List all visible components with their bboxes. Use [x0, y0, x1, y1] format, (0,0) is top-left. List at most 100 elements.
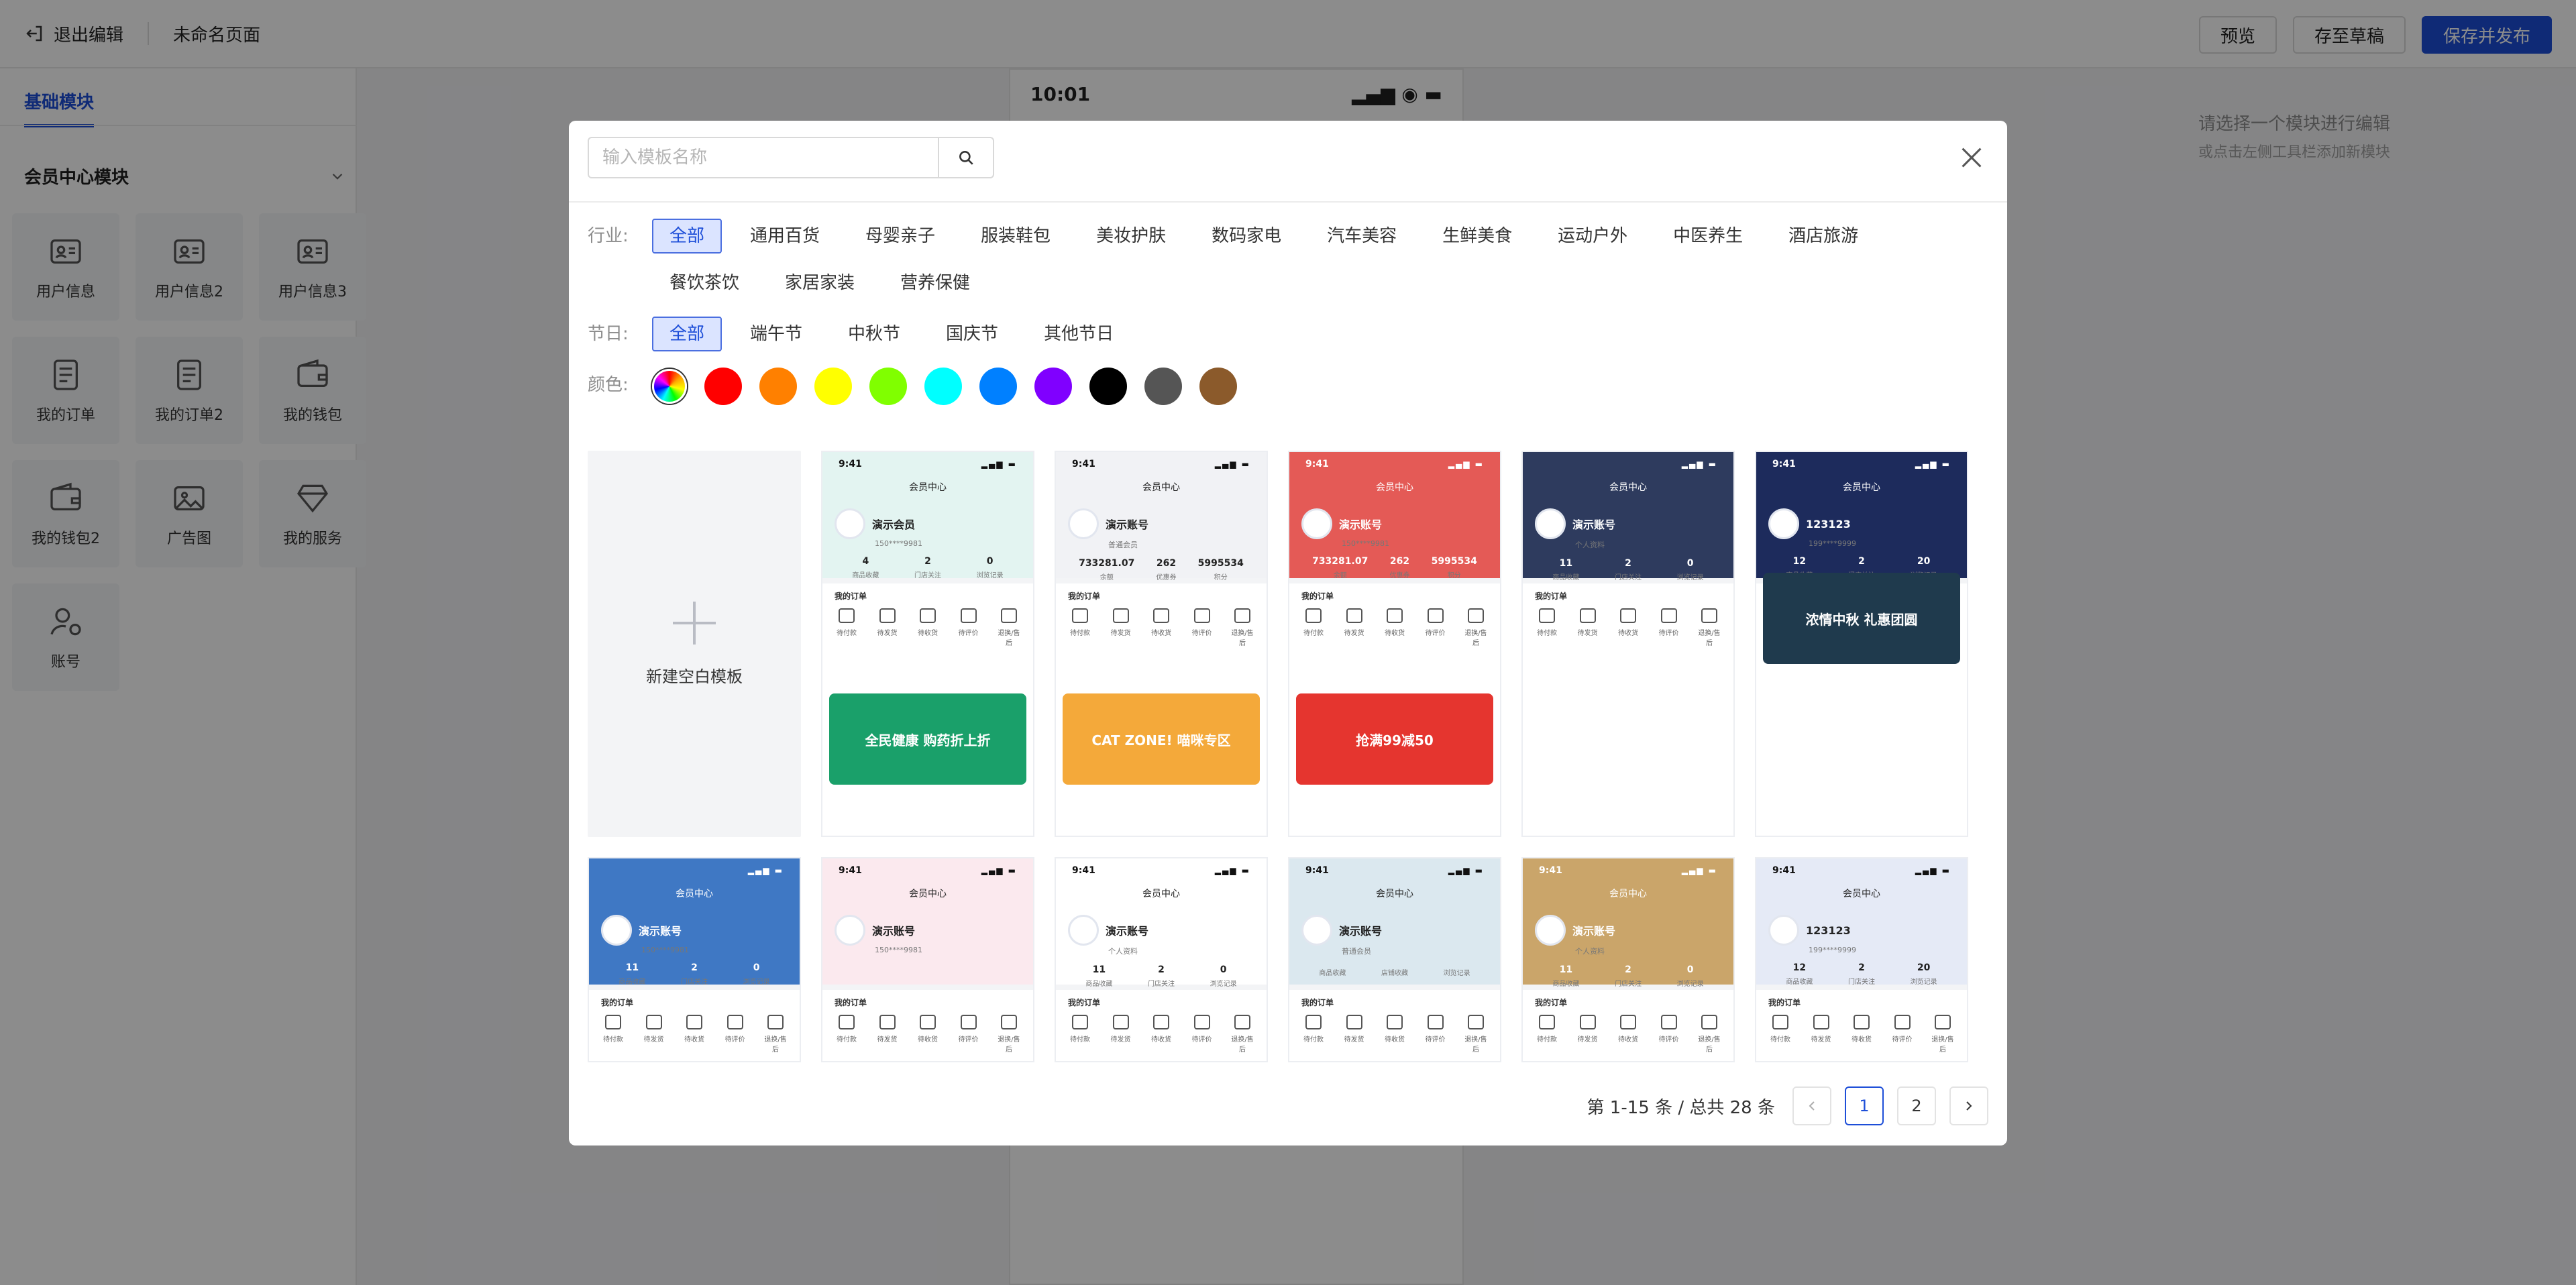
chevron-left-icon — [1809, 1101, 1815, 1111]
thumb-time: 9:41 — [1305, 459, 1329, 469]
color-swatch[interactable] — [759, 368, 797, 405]
color-swatch[interactable] — [979, 368, 1017, 405]
thumb-stat-label: 浏览记录 — [1676, 574, 1704, 581]
industry-option[interactable]: 餐饮茶饮 — [652, 266, 757, 300]
template-card[interactable]: ▂▄▆ ▬ 会员中心 演示账号 个人资料 11 商品收藏 2 门店关注 0 浏览记录 我的订单 待付款… — [1521, 451, 1735, 837]
color-swatch[interactable] — [1144, 368, 1182, 405]
thumb-user-sub: 150****9981 — [875, 946, 922, 954]
thumb-stat-value: 2 — [1158, 964, 1165, 975]
thumb-stat: 11 商品收藏 — [1085, 964, 1112, 988]
thumb-stat-label: 商品收藏 — [852, 572, 879, 579]
template-card[interactable]: 9:41 ▂▄▆ ▬ 会员中心 演示账号 普通会员 733281.07 余额 262 优惠券 59… — [1055, 451, 1268, 837]
thumb-stat-value: 20 — [1917, 962, 1931, 973]
template-card[interactable]: 9:41▂▄▆ ▬会员中心123123199****999912商品收藏2门店关… — [1755, 451, 1968, 837]
thumb-order-item: 待付款 — [601, 1015, 625, 1054]
thumb-banner: 抢满99减50 — [1296, 693, 1493, 785]
industry-option[interactable]: 营养保健 — [883, 266, 987, 300]
color-swatch[interactable] — [704, 368, 742, 405]
festival-option[interactable]: 国庆节 — [928, 317, 1016, 351]
thumb-profile: 123123199****999912商品收藏2门店关注20浏览记录 — [1756, 499, 1967, 579]
thumb-title: 会员中心 — [1756, 883, 1967, 905]
prev-page-button[interactable] — [1792, 1086, 1831, 1125]
industry-option[interactable]: 美妆护肤 — [1079, 219, 1183, 254]
color-swatch[interactable] — [1089, 368, 1127, 405]
plus-icon — [673, 601, 716, 645]
thumb-status-bar: 9:41 ▂▄▆ ▬ — [822, 858, 1033, 883]
thumb-stat: 2 门店关注 — [1148, 964, 1175, 988]
signal-battery-icon: ▂▄▆ ▬ — [981, 866, 1017, 875]
thumb-user-sub: 199****9999 — [1809, 946, 1856, 954]
thumb-title: 会员中心 — [1523, 476, 1733, 499]
thumb-status-bar: 9:41 ▂▄▆ ▬ — [1289, 452, 1500, 476]
industry-option[interactable]: 生鲜美食 — [1425, 219, 1529, 254]
color-swatch[interactable] — [1034, 368, 1072, 405]
thumb-order-item: 待付款 — [835, 608, 859, 647]
thumb-user-name: 演示账号 — [1106, 518, 1149, 531]
template-card[interactable]: 9:41 ▂▄▆ ▬ 会员中心 演示账号 普通会员 商品收藏 店铺收藏 浏览记录 我的订单 待付款… — [1288, 857, 1501, 1062]
thumb-stat-label: 店铺收藏 — [1381, 970, 1408, 977]
avatar — [1068, 508, 1099, 539]
thumb-order-item: 待评价 — [723, 1015, 747, 1054]
close-icon[interactable] — [1956, 142, 1987, 173]
thumb-order-item: 待评价 — [1190, 1015, 1214, 1054]
festival-option[interactable]: 端午节 — [733, 317, 820, 351]
page-2-button[interactable]: 2 — [1897, 1086, 1936, 1125]
template-card[interactable]: ▂▄▆ ▬ 会员中心 演示账号 150****9981 11 商品收藏 2 门店关注 0 浏览记录… — [588, 857, 801, 1062]
industry-option[interactable]: 母婴亲子 — [848, 219, 953, 254]
template-card[interactable]: 9:41 ▂▄▆ ▬ 会员中心 演示账号 150****9981 我的订单 待付款 待发货 待收… — [821, 857, 1034, 1062]
industry-option[interactable]: 数码家电 — [1194, 219, 1299, 254]
search-button[interactable] — [938, 138, 993, 177]
thumb-stat: 262 优惠券 — [1157, 558, 1177, 581]
thumb-order-item: 退换/售后 — [1931, 1015, 1955, 1054]
thumb-profile: 演示账号 150****9981 733281.07 余额 262 优惠券 5995534 积… — [1289, 499, 1500, 579]
color-all-swatch[interactable] — [652, 369, 687, 404]
thumb-order-item: 待评价 — [1657, 608, 1681, 647]
thumb-title: 会员中心 — [1756, 476, 1967, 499]
thumb-stat-value: 2 — [1625, 964, 1631, 975]
industry-option[interactable]: 服装鞋包 — [963, 219, 1068, 254]
search-icon — [959, 151, 973, 165]
thumb-status-bar: 9:41 ▂▄▆ ▬ — [1056, 452, 1267, 476]
page-1-button[interactable]: 1 — [1845, 1086, 1884, 1125]
template-grid: 新建空白模板 9:41 ▂▄▆ ▬ 会员中心 演示会员 150****9981 4 商品收藏… — [588, 451, 1976, 1062]
industry-option[interactable]: 中医养生 — [1656, 219, 1760, 254]
industry-option[interactable]: 酒店旅游 — [1771, 219, 1876, 254]
thumb-time: 9:41 — [1539, 865, 1562, 876]
industry-option[interactable]: 家居家装 — [767, 266, 872, 300]
thumb-stat-value: 733281.07 — [1079, 558, 1135, 569]
color-swatch[interactable] — [1199, 368, 1237, 405]
signal-battery-icon: ▂▄▆ ▬ — [747, 866, 784, 875]
festival-option[interactable]: 全部 — [652, 317, 722, 351]
thumb-order-item: 待付款 — [1535, 1015, 1559, 1054]
festival-option[interactable]: 中秋节 — [830, 317, 918, 351]
thumb-orders: 我的订单待付款待发货待收货待评价退换/售后 — [1289, 578, 1500, 654]
festival-option[interactable]: 其他节日 — [1026, 317, 1131, 351]
industry-option[interactable]: 运动户外 — [1540, 219, 1645, 254]
thumb-order-item: 退换/售后 — [1464, 608, 1488, 647]
thumb-stats: 商品收藏 店铺收藏 浏览记录 — [1301, 964, 1488, 977]
thumb-stat-label: 浏览记录 — [1676, 981, 1704, 988]
modal-header — [569, 121, 2007, 203]
avatar — [1768, 915, 1799, 946]
industry-option[interactable]: 通用百货 — [733, 219, 837, 254]
template-card[interactable]: 9:41▂▄▆ ▬会员中心123123199****999912商品收藏2门店关… — [1755, 857, 1968, 1062]
thumb-order-item: 待收货 — [916, 608, 940, 647]
new-blank-template-button[interactable]: 新建空白模板 — [588, 451, 801, 837]
template-card[interactable]: 9:41 ▂▄▆ ▬ 会员中心 演示会员 150****9981 4 商品收藏 2 门店关注 0 浏… — [821, 451, 1034, 837]
thumb-order-item: 待付款 — [1535, 608, 1559, 647]
industry-option[interactable]: 全部 — [652, 219, 722, 254]
thumb-stat-value: 5995534 — [1431, 556, 1477, 567]
template-card[interactable]: 9:41 ▂▄▆ ▬ 会员中心 演示账号 个人资料 11 商品收藏 2 门店关注 0 浏览记录 我的订… — [1521, 857, 1735, 1062]
color-swatch[interactable] — [814, 368, 852, 405]
thumb-stat-value: 2 — [924, 556, 931, 567]
template-card[interactable]: 9:41 ▂▄▆ ▬ 会员中心 演示账号 个人资料 11 商品收藏 2 门店关注 0 浏览记录 我的订… — [1055, 857, 1268, 1062]
industry-option[interactable]: 汽车美容 — [1309, 219, 1414, 254]
template-card[interactable]: 9:41 ▂▄▆ ▬ 会员中心 演示账号 150****9981 733281.07 余额 2… — [1288, 451, 1501, 837]
thumb-order-item: 退换/售后 — [1230, 608, 1254, 647]
color-swatch[interactable] — [924, 368, 962, 405]
thumb-profile: 演示账号 个人资料 11 商品收藏 2 门店关注 0 浏览记录 — [1056, 905, 1267, 988]
template-search-input[interactable] — [589, 138, 938, 177]
signal-battery-icon: ▂▄▆ ▬ — [1448, 459, 1484, 469]
next-page-button[interactable] — [1949, 1086, 1988, 1125]
color-swatch[interactable] — [869, 368, 907, 405]
